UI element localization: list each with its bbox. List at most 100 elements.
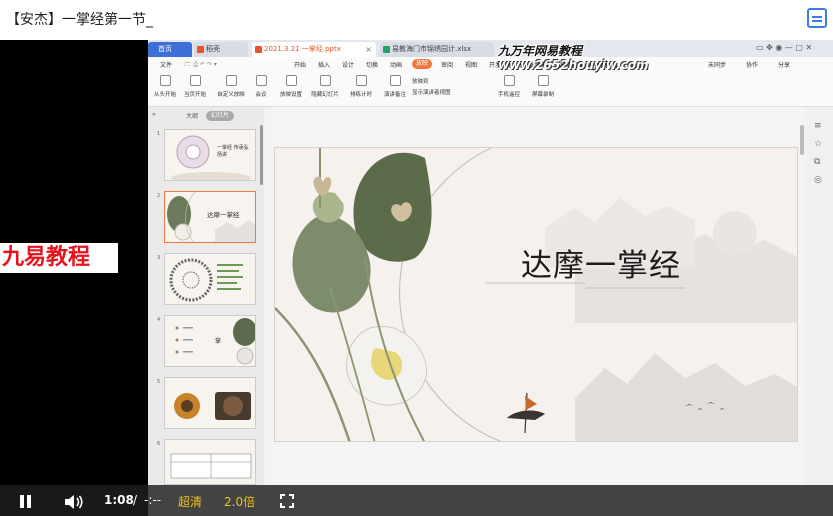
phone-icon (503, 75, 515, 86)
menu-review[interactable]: 审阅 (441, 60, 453, 69)
thumb-4-art (175, 318, 255, 365)
slide-thumbnail-2[interactable]: 达摩一掌经 (164, 191, 256, 243)
canvas-scrollbar[interactable] (800, 125, 804, 155)
fullscreen-toggle-icon[interactable] (807, 8, 827, 28)
custom-show-button[interactable]: 自定义放映 (216, 75, 246, 98)
pause-icon[interactable] (20, 495, 32, 508)
tab-daoke[interactable]: 稻壳 (194, 42, 248, 57)
tab-outline[interactable]: 大纲 (186, 111, 198, 120)
tab-slides[interactable]: 幻灯片 (206, 111, 235, 121)
slide-artwork (275, 148, 797, 441)
ribbon-label: 屏幕录制 (531, 92, 554, 98)
window-titlebar: 【安杰】一掌经第一节_ (0, 0, 833, 40)
ribbon-toolbar: 从头开始 当页开始 自定义放映 会议 放映设置 隐藏幻灯片 排练计时 演讲备注 … (148, 71, 833, 107)
quick-access-icons[interactable]: 🗁 ⎙ ↶ ↷ ▾ (184, 60, 217, 70)
menu-bar: 文件 🗁 ⎙ ↶ ↷ ▾ 开始 插入 设计 切换 动画 放映 审阅 视图 开发工… (148, 57, 833, 71)
menu-home[interactable]: 开始 (294, 60, 306, 69)
slide-title[interactable]: 达摩一掌经 (521, 240, 681, 285)
ribbon-label: 放映设置 (279, 92, 302, 98)
quality-selector[interactable]: 超清 (178, 493, 202, 510)
right-side-toolbar: ≡ ☆ ⧉ ◎ (806, 107, 833, 485)
menu-insert[interactable]: 插入 (318, 60, 330, 69)
display-options[interactable]: 放映到 显示演讲者视图 (412, 77, 451, 99)
menu-design[interactable]: 设计 (342, 60, 354, 69)
hide-icon (319, 75, 331, 86)
slide-thumbnail-1[interactable]: 一掌经 传承弘扬讲 (164, 129, 256, 181)
thumb-3-art (169, 258, 243, 302)
thumb-5-art (174, 392, 251, 420)
ribbon-label: 当页开始 (183, 92, 206, 98)
ribbon-label: 会议 (255, 92, 267, 98)
tab-pptx[interactable]: 2021.3.21 一掌经.pptx × (252, 42, 376, 57)
thumb-6-art (170, 453, 252, 479)
thumb-number: 4 (157, 317, 161, 323)
ribbon-label: 隐藏幻灯片 (311, 92, 339, 98)
ribbon-label: 从头开始 (153, 92, 176, 98)
video-player[interactable]: 首页 稻壳 2021.3.21 一掌经.pptx × 易教海门市锦绣园计.xls… (0, 40, 833, 516)
speaker-notes-button[interactable]: 演讲备注 (380, 75, 410, 98)
slide-thumbnail-pane: « 大纲 幻灯片 1 一掌经 传承弘扬讲 2 达摩一掌经 3 4 掌 5 6 (148, 107, 264, 485)
notes-icon (389, 75, 401, 86)
menu-slideshow[interactable]: 放映 (412, 59, 433, 69)
menu-animation[interactable]: 动画 (390, 60, 402, 69)
menu-transition[interactable]: 切换 (366, 60, 378, 69)
display-to-option[interactable]: 放映到 (412, 77, 451, 88)
thumbnail-scrollbar[interactable] (260, 125, 263, 185)
slides-icon (225, 75, 237, 86)
watermark-line-1: 九万年网易教程 (498, 44, 583, 58)
window-title: 【安杰】一掌经第一节_ (6, 12, 153, 28)
side-tool-icons[interactable]: ≡ ☆ ⧉ ◎ (814, 117, 822, 189)
from-current-button[interactable]: 当页开始 (180, 75, 210, 98)
site-watermark: 九万年网易教程 www.2652houyiw.com (498, 44, 648, 72)
menu-file[interactable]: 文件 (160, 60, 172, 69)
tab-label: 2021.3.21 一掌经.pptx (264, 45, 341, 53)
volume-icon[interactable] (64, 494, 84, 510)
tab-home[interactable]: 首页 (148, 42, 192, 57)
slide-thumbnail-3[interactable] (164, 253, 256, 305)
rehearse-timing-button[interactable]: 排练计时 (346, 75, 376, 98)
thumb-text: 一掌经 传承弘扬讲 (217, 145, 249, 158)
current-time: 1:08 (104, 493, 134, 507)
total-time: -:-- (144, 493, 162, 507)
hide-slide-button[interactable]: 隐藏幻灯片 (310, 75, 340, 98)
from-start-button[interactable]: 从头开始 (150, 75, 180, 98)
brand-watermark: 九易教程 (0, 243, 118, 273)
tab-label: 易教海门市锦绣园计.xlsx (392, 45, 472, 53)
meeting-button[interactable]: 会议 (246, 75, 276, 98)
slide-editing-area: 达摩一掌经 (272, 107, 804, 485)
clock-icon (355, 75, 367, 86)
wps-presentation-window: 首页 稻壳 2021.3.21 一掌经.pptx × 易教海门市锦绣园计.xls… (148, 40, 833, 516)
presenter-view-checkbox[interactable]: 显示演讲者视图 (412, 88, 451, 99)
pane-collapse-icon[interactable]: « (152, 111, 156, 118)
player-control-bar: 1:08 / -:-- 超清 2.0倍 (0, 485, 833, 516)
menu-view[interactable]: 视图 (465, 60, 477, 69)
time-separator: / (133, 493, 138, 507)
phone-remote-button[interactable]: 手机遥控 (494, 75, 524, 98)
fullscreen-icon[interactable] (280, 494, 294, 508)
ribbon-label: 手机遥控 (497, 92, 520, 98)
pane-tabs: « 大纲 幻灯片 (148, 111, 264, 123)
share-button[interactable]: 分享 (778, 60, 790, 69)
watermark-line-2: www.2652houyiw.com (498, 58, 649, 72)
thumb-number: 1 (157, 131, 161, 137)
meeting-icon (255, 75, 267, 86)
ribbon-label: 自定义放映 (217, 92, 245, 98)
settings-icon (285, 75, 297, 86)
show-settings-button[interactable]: 放映设置 (276, 75, 306, 98)
slide-thumbnail-5[interactable] (164, 377, 256, 429)
document-tabs: 首页 稻壳 2021.3.21 一掌经.pptx × 易教海门市锦绣园计.xls… (148, 40, 833, 57)
speed-selector[interactable]: 2.0倍 (224, 493, 255, 510)
screen-record-button[interactable]: 屏幕录制 (528, 75, 558, 98)
pptx-icon (255, 46, 262, 53)
collaborate-button[interactable]: 协作 (746, 60, 758, 69)
thumb-number: 2 (157, 193, 161, 199)
slide-thumbnail-6[interactable] (164, 439, 256, 485)
slide-thumbnail-4[interactable]: 掌 (164, 315, 256, 367)
thumb-text: 掌 (215, 338, 222, 345)
window-controls[interactable]: ▭ ✥ ◉ — ▢ ✕ (756, 43, 812, 52)
tab-xlsx[interactable]: 易教海门市锦绣园计.xlsx (380, 42, 494, 57)
current-slide[interactable]: 达摩一掌经 (274, 147, 798, 442)
sync-status[interactable]: 未同步 (708, 60, 726, 69)
close-icon[interactable]: × (365, 42, 372, 57)
play-icon (189, 75, 201, 86)
